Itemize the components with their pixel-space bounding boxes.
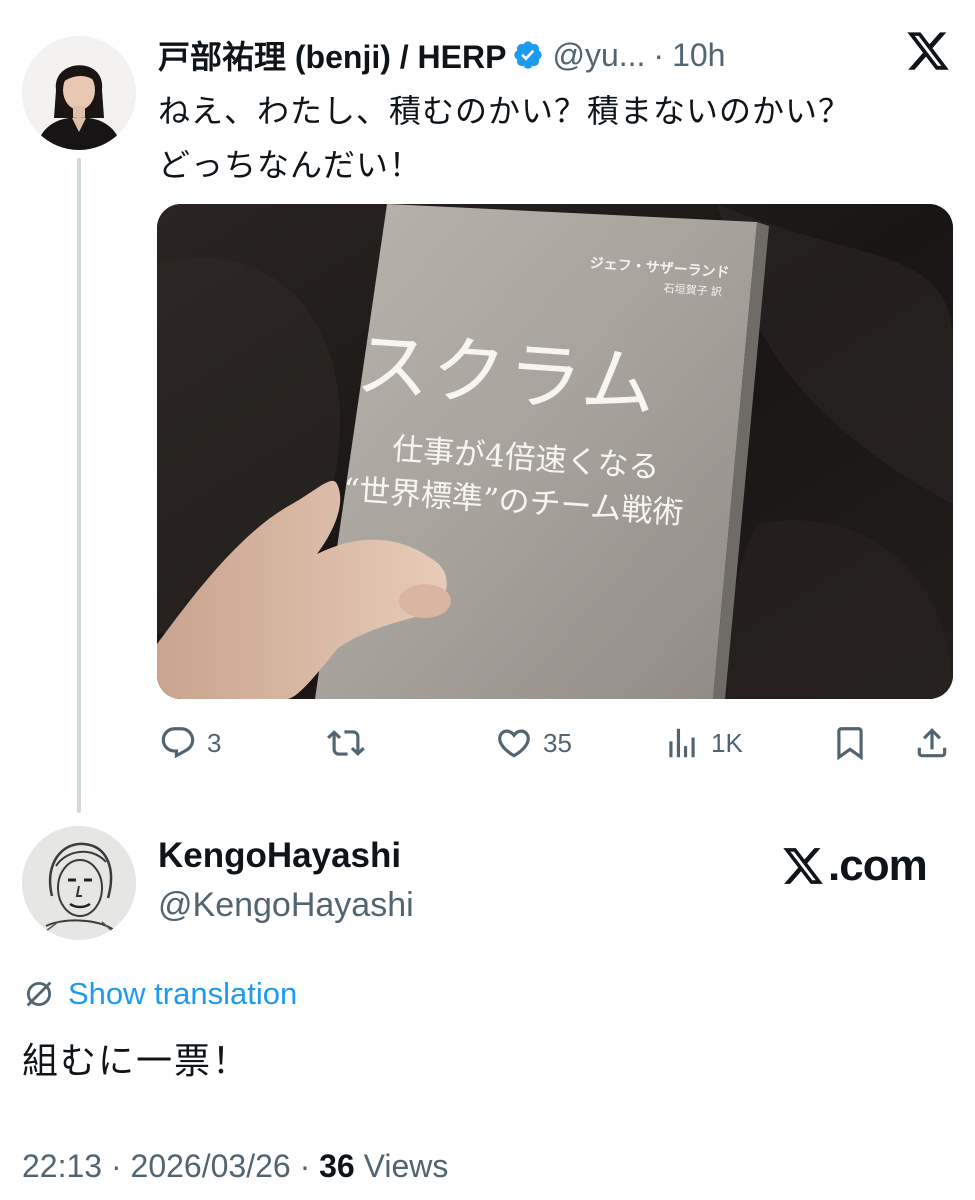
quoted-tweet-time[interactable]: 10h (672, 37, 725, 74)
views-icon (669, 728, 695, 758)
bookmark-button[interactable] (831, 718, 869, 768)
reply-time[interactable]: 22:13 (22, 1148, 102, 1184)
book-author: ジェフ・サザーランド (589, 255, 730, 282)
quoted-author-avatar[interactable] (22, 36, 136, 150)
x-logo-icon[interactable] (905, 28, 951, 74)
share-button[interactable] (913, 718, 951, 768)
xcom-branding: .com (780, 840, 928, 892)
reply-count: 3 (207, 727, 222, 758)
repost-icon (327, 730, 365, 756)
reply-views-label: Views (363, 1148, 449, 1184)
book-cover-text: ジェフ・サザーランド 石垣賀子 訳 スクラム 仕事が4倍速くなる “世界標準”の… (324, 230, 771, 658)
quoted-author-name[interactable]: 戸部祐理 (benji) / HERP (158, 32, 506, 78)
book-translator: 石垣賀子 訳 (663, 281, 723, 299)
meta-separator: · (299, 1148, 311, 1184)
reply-views-count: 36 (319, 1148, 355, 1184)
views-button[interactable]: 1K (663, 718, 743, 768)
reply-date[interactable]: 2026/03/26 (131, 1148, 291, 1184)
like-icon (498, 729, 530, 758)
repost-button[interactable] (327, 718, 375, 768)
book-title: スクラム (353, 321, 661, 429)
share-icon (917, 728, 947, 758)
xcom-label: .com (828, 841, 928, 890)
reply-text: 組むに一票！ (22, 1040, 251, 1081)
quoted-tweet-actions: 3 35 1K (157, 718, 953, 768)
like-button[interactable]: 35 (495, 718, 572, 768)
reply-icon (161, 727, 195, 759)
translate-icon (26, 981, 52, 1007)
x-logo-icon (783, 848, 823, 884)
bookmark-icon (837, 727, 863, 761)
like-count: 35 (543, 727, 572, 758)
meta-separator: · (110, 1148, 122, 1184)
reply-author-handle[interactable]: @KengoHayashi (158, 886, 414, 925)
reply-button[interactable]: 3 (159, 718, 221, 768)
reply-meta: 22:13 · 2026/03/26 · 36 Views (22, 1148, 448, 1185)
views-count: 1K (711, 727, 743, 758)
thread-connector-line (77, 158, 81, 813)
quoted-author-handle[interactable]: @yu... (552, 37, 645, 74)
quoted-tweet-header: 戸部祐理 (benji) / HERP @yu... · 10h (158, 30, 858, 80)
show-translation-label: Show translation (68, 976, 298, 1011)
quoted-tweet-image[interactable]: ジェフ・サザーランド 石垣賀子 訳 スクラム 仕事が4倍速くなる “世界標準”の… (157, 204, 953, 699)
reply-author-avatar[interactable] (22, 826, 136, 940)
verified-badge-icon (514, 41, 543, 69)
header-separator: · (653, 36, 665, 73)
quoted-tweet-text: ねえ、わたし、積むのかい？積まないのかい？ どっちなんだい！ (158, 93, 852, 183)
show-translation-link[interactable]: Show translation (22, 972, 297, 1016)
reply-author-name[interactable]: KengoHayashi (158, 836, 401, 876)
